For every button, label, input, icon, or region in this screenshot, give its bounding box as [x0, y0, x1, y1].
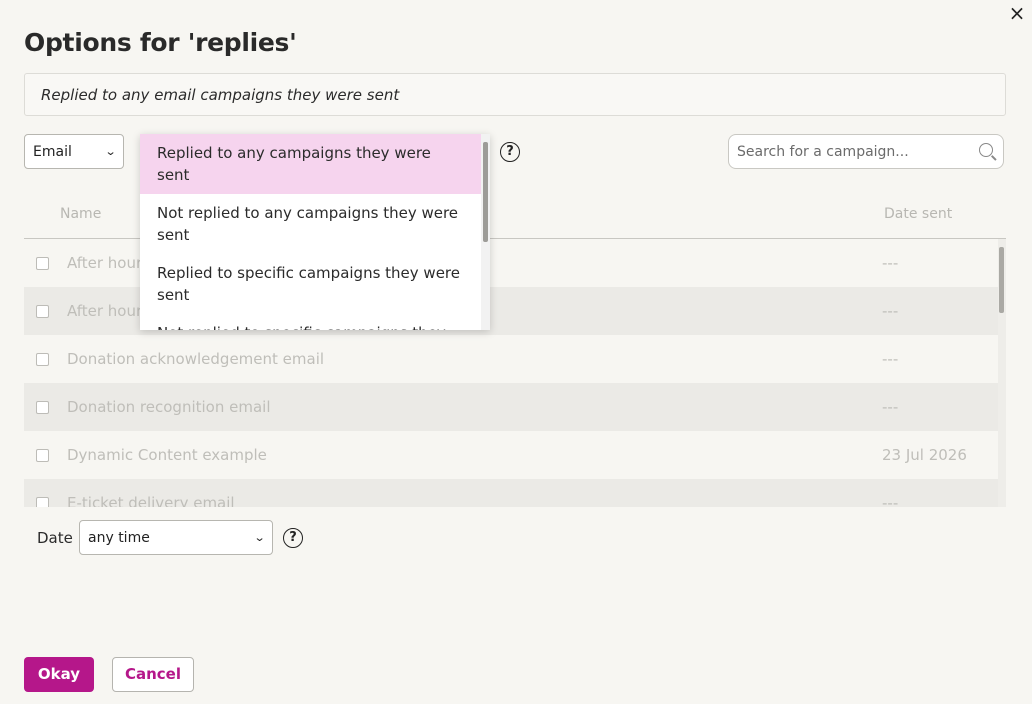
- table-scrollbar[interactable]: [998, 239, 1006, 507]
- dialog-title: Options for 'replies': [24, 28, 297, 57]
- table-scrollbar-thumb[interactable]: [999, 247, 1004, 313]
- search-input[interactable]: [737, 143, 967, 160]
- dropdown-scrollbar[interactable]: [481, 134, 490, 330]
- campaign-date: ---: [882, 350, 899, 368]
- campaign-date: ---: [882, 254, 899, 272]
- campaign-type-value: Email: [33, 143, 72, 160]
- date-label: Date: [37, 529, 73, 547]
- row-checkbox[interactable]: [36, 496, 49, 507]
- row-checkbox[interactable]: [36, 448, 49, 462]
- date-select[interactable]: any time ⌄: [79, 520, 273, 555]
- campaign-type-select[interactable]: Email ⌄: [24, 134, 124, 169]
- campaign-name: E-ticket delivery email: [67, 494, 235, 507]
- filter-summary: Replied to any email campaigns they were…: [24, 73, 1006, 116]
- campaign-date: ---: [882, 494, 899, 507]
- campaign-name: Donation acknowledgement email: [67, 350, 325, 368]
- campaign-name: After hours: [67, 254, 150, 272]
- row-checkbox[interactable]: [36, 256, 49, 270]
- table-row[interactable]: E-ticket delivery email ---: [24, 479, 1006, 507]
- dropdown-option[interactable]: Replied to specific campaigns they were …: [140, 254, 490, 314]
- row-checkbox[interactable]: [36, 352, 49, 366]
- campaign-date: ---: [882, 398, 899, 416]
- cancel-button[interactable]: Cancel: [112, 657, 194, 692]
- column-header-date-sent[interactable]: Date sent: [884, 206, 952, 222]
- campaign-search[interactable]: [728, 134, 1004, 169]
- dropdown-option[interactable]: Not replied to specific campaigns they: [140, 314, 490, 330]
- table-row[interactable]: Donation acknowledgement email ---: [24, 335, 1006, 383]
- chevron-down-icon: ⌄: [253, 531, 266, 544]
- chevron-down-icon: ⌄: [104, 145, 117, 158]
- reply-condition-dropdown[interactable]: Replied to any campaigns they were sent …: [140, 134, 490, 330]
- help-icon[interactable]: ?: [500, 142, 520, 162]
- dropdown-option[interactable]: Replied to any campaigns they were sent: [140, 134, 490, 194]
- close-icon[interactable]: ×: [1006, 2, 1028, 24]
- campaign-date: ---: [882, 302, 899, 320]
- campaign-name: Dynamic Content example: [67, 446, 267, 464]
- campaign-date: 23 Jul 2026: [882, 446, 967, 464]
- row-checkbox[interactable]: [36, 304, 49, 318]
- column-header-name[interactable]: Name: [60, 206, 101, 222]
- dropdown-option[interactable]: Not replied to any campaigns they were s…: [140, 194, 490, 254]
- date-select-value: any time: [88, 529, 150, 546]
- date-help-icon[interactable]: ?: [283, 528, 303, 548]
- table-row[interactable]: Dynamic Content example 23 Jul 2026: [24, 431, 1006, 479]
- dropdown-scrollbar-thumb[interactable]: [483, 142, 488, 242]
- okay-button[interactable]: Okay: [24, 657, 94, 692]
- table-row[interactable]: Donation recognition email ---: [24, 383, 1006, 431]
- search-icon[interactable]: [979, 143, 993, 157]
- campaign-name: Donation recognition email: [67, 398, 271, 416]
- row-checkbox[interactable]: [36, 400, 49, 414]
- campaign-name: After hours: [67, 302, 150, 320]
